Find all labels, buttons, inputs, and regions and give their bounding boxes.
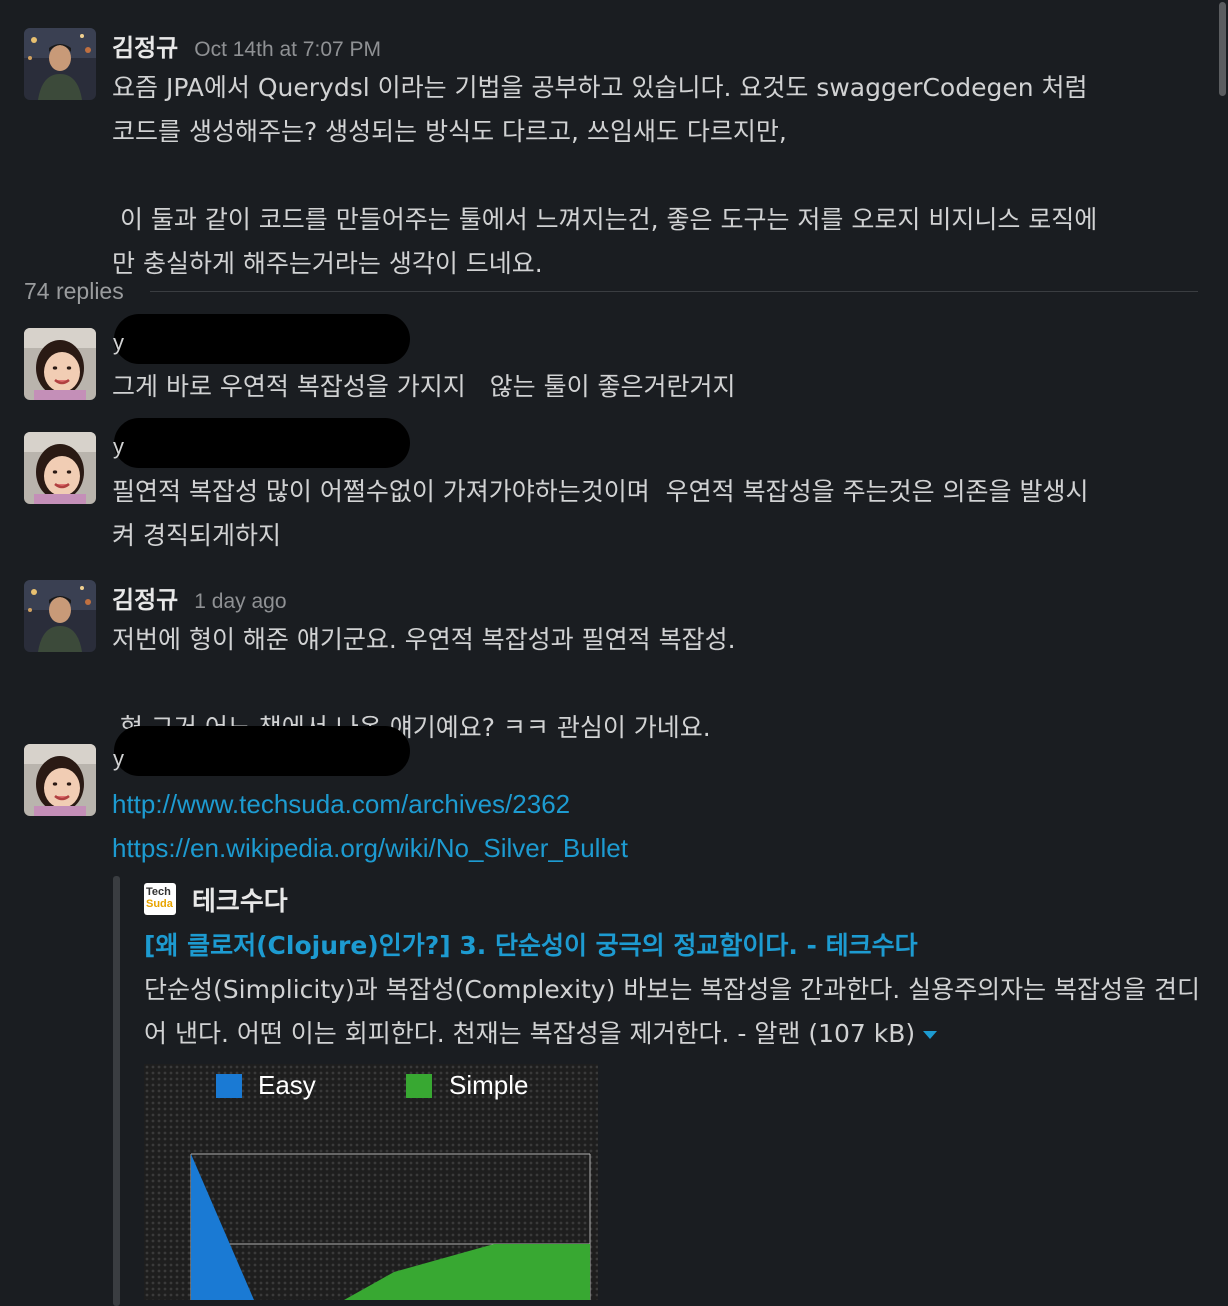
replies-count: 74 replies [24,277,124,304]
legend-label-simple: Simple [449,1070,528,1100]
message-text: 필연적 복잡성 많이 어쩔수없이 가져가야하는것이며 우연적 복잡성을 주는것은… [112,477,1089,550]
redacted-name-fragment: y [113,746,124,771]
legend-label-easy: Easy [258,1070,316,1100]
avatar[interactable] [24,328,96,400]
attachment-description-text: 단순성(Simplicity)과 복잡성(Complexity) 바보는 복잡성… [144,975,1201,1048]
avatar[interactable] [24,580,96,652]
scrollbar[interactable] [1216,0,1228,1300]
avatar[interactable] [24,744,96,816]
attachment-description: 단순성(Simplicity)과 복잡성(Complexity) 바보는 복잡성… [144,968,1204,1056]
attachment-bar [113,876,120,1306]
techsuda-logo-icon: Tech Suda [144,883,176,915]
divider-line [149,290,1198,292]
message-text: 그게 바로 우연적 복잡성을 가지지 않는 툴이 좋은거란거지 [112,372,736,401]
author-name[interactable]: 김정규 [112,28,178,63]
message-header: 김정규 1 day ago [112,580,287,615]
legend-swatch-simple [406,1074,432,1098]
message-header: 김정규 Oct 14th at 7:07 PM [112,28,381,63]
wikipedia-link[interactable]: https://en.wikipedia.org/wiki/No_Silver_… [112,826,628,870]
attachment-site-name: 테크수다 [192,886,288,917]
avatar[interactable] [24,28,96,100]
collapse-caret-icon[interactable] [923,1031,938,1039]
avatar[interactable] [24,432,96,504]
attachment-title-link[interactable]: [왜 클로저(Clojure)인가?] 3. 단순성이 궁극의 정교함이다. -… [144,924,918,968]
redacted-name-fragment: y [113,330,124,355]
message-text: 요즘 JPA에서 Querydsl 이라는 기법을 공부하고 있습니다. 요것도… [112,73,1098,278]
attachment-source: Tech Suda 테크수다 [144,880,288,918]
author-name[interactable]: 김정규 [112,580,178,615]
techsuda-link[interactable]: http://www.techsuda.com/archives/2362 [112,782,570,826]
redacted-name [114,726,410,776]
redacted-name-fragment: y [113,434,124,459]
replies-divider: 74 replies [24,272,1198,310]
attachment-image-preview[interactable]: Easy Simple [144,1064,598,1300]
timestamp[interactable]: Oct 14th at 7:07 PM [194,38,381,62]
legend-swatch-easy [216,1074,242,1098]
scrollbar-thumb[interactable] [1219,2,1226,96]
timestamp[interactable]: 1 day ago [194,590,286,614]
redacted-name [114,418,410,468]
redacted-name [114,314,410,364]
